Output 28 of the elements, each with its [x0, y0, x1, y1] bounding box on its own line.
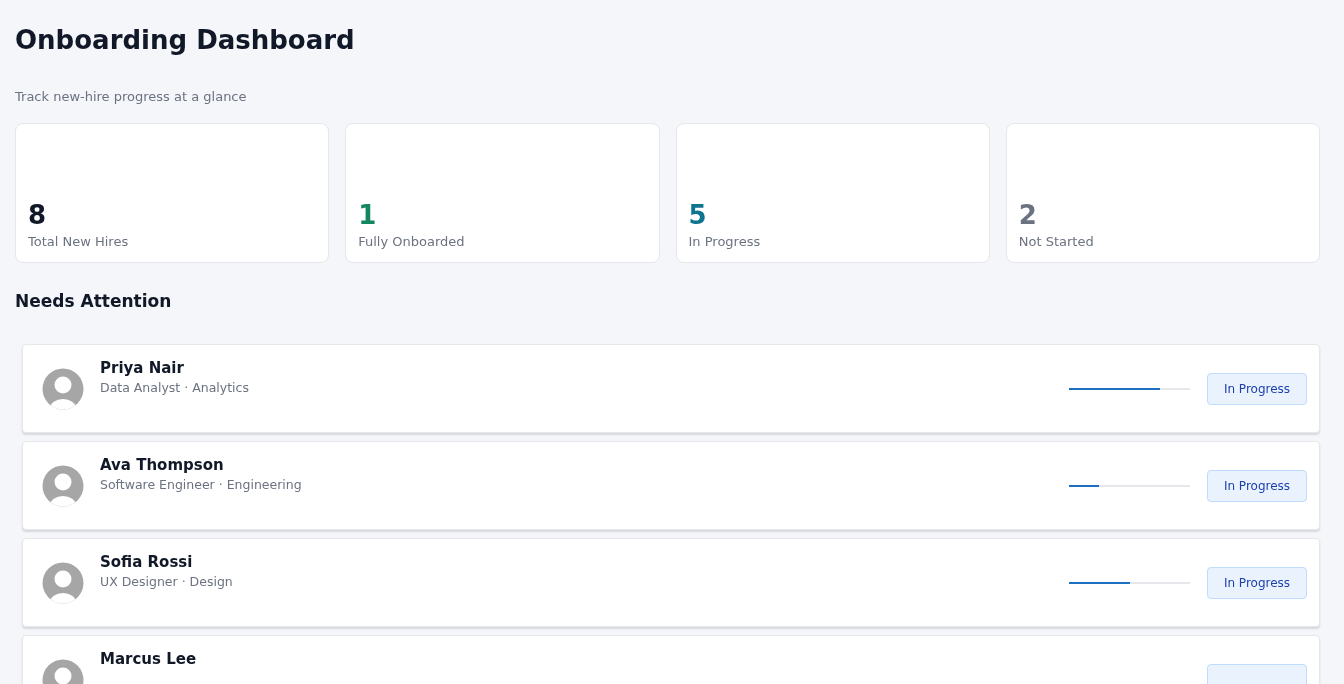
hire-role: UX Designer · Design	[100, 574, 233, 589]
hire-row[interactable]: Sofia Rossi UX Designer · Design In Progress	[22, 538, 1320, 627]
hire-name: Ava Thompson	[100, 455, 224, 475]
stat-value: 5	[688, 200, 707, 230]
avatar-icon	[42, 561, 84, 604]
hire-row[interactable]: Ava Thompson Software Engineer · Engineering In Progress	[22, 441, 1320, 530]
hire-name: Priya Nair	[100, 358, 184, 378]
avatar-icon	[42, 464, 84, 507]
stat-value: 8	[28, 200, 47, 230]
stat-label: Total New Hires	[28, 234, 129, 249]
stat-value: 2	[1018, 200, 1037, 230]
section-title: Needs Attention	[15, 290, 173, 313]
hire-role: Data Analyst · Analytics	[100, 380, 249, 395]
stat-label: Not Started	[1018, 234, 1094, 249]
page-title: Onboarding Dashboard	[15, 24, 356, 57]
page-subtitle: Track new-hire progress at a glance	[15, 88, 248, 106]
hire-row[interactable]: Priya Nair Data Analyst · Analytics In Progress	[22, 344, 1320, 433]
hire-role: Software Engineer · Engineering	[100, 477, 302, 492]
hire-name: Marcus Lee	[100, 649, 197, 669]
hire-row[interactable]: Marcus Lee	[22, 635, 1320, 684]
stat-value: 1	[358, 200, 377, 230]
stat-label: In Progress	[688, 234, 761, 249]
stat-label: Fully Onboarded	[358, 234, 465, 249]
status-badge: In Progress	[1207, 566, 1307, 599]
avatar-icon	[42, 367, 84, 410]
status-badge: In Progress	[1207, 469, 1307, 502]
hire-name: Sofia Rossi	[100, 552, 193, 572]
status-badge: In Progress	[1207, 372, 1307, 405]
